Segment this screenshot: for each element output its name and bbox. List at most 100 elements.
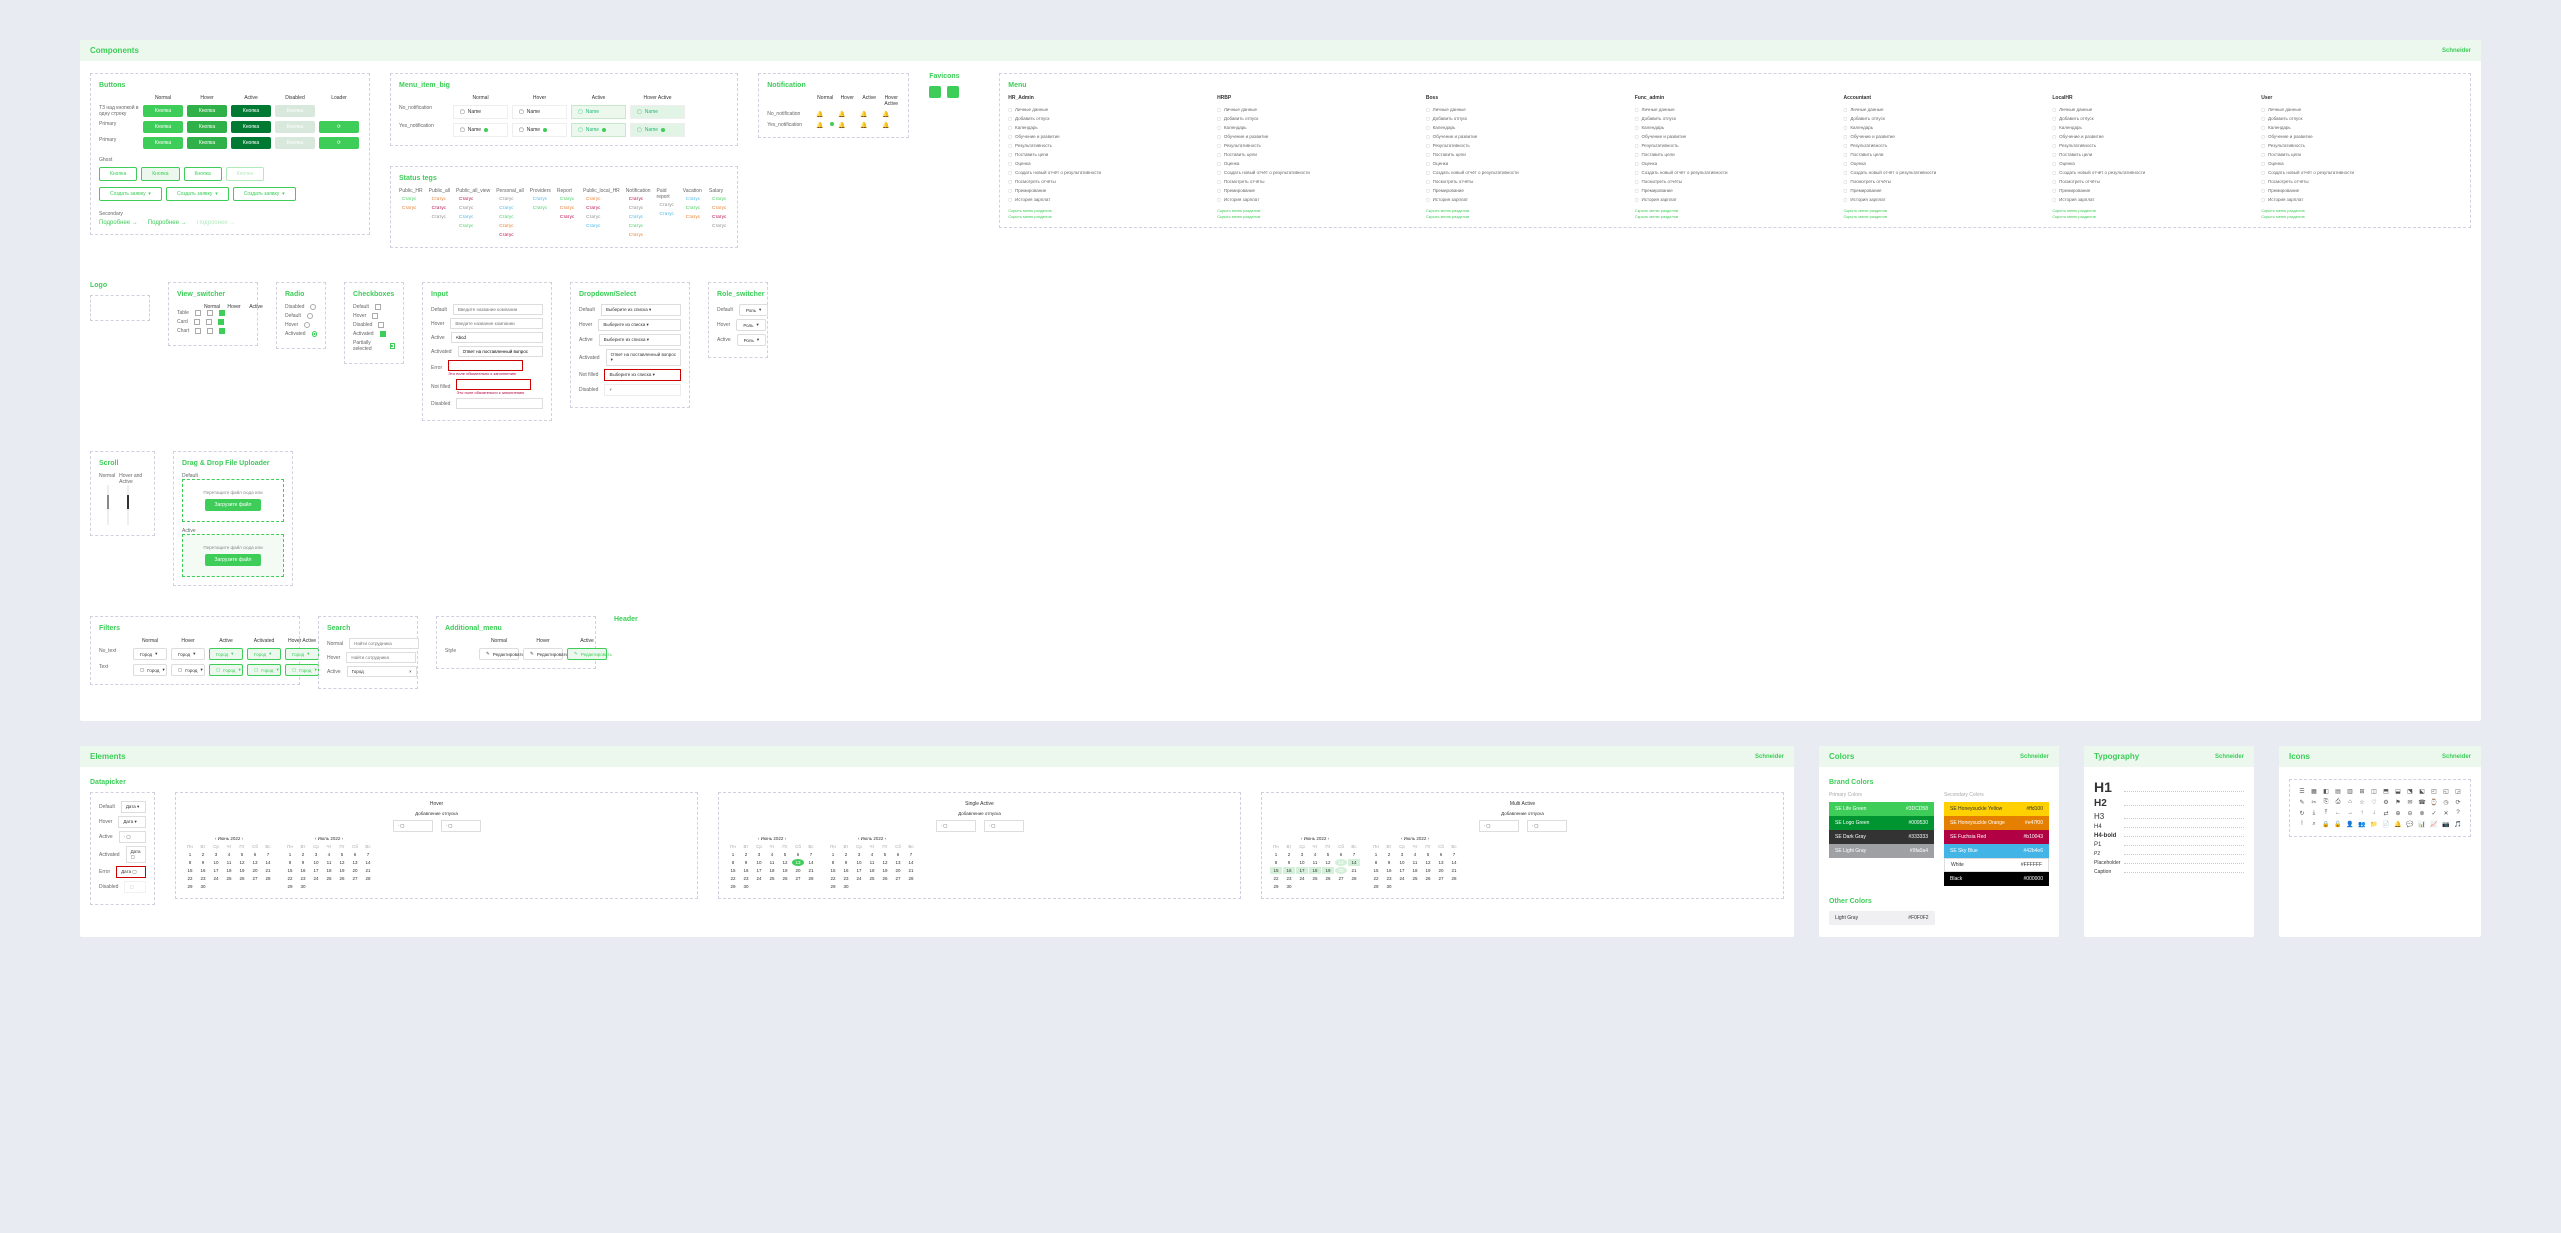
dropdown[interactable]: Выберите из списка ▾ [604, 369, 681, 381]
calendar-day[interactable]: 13 [349, 859, 361, 866]
dropdown[interactable]: Ответ на поставленный вопрос ▾ [606, 349, 681, 366]
menu-list-item[interactable]: Посмотреть отчёты [1426, 177, 1627, 186]
bell-icon[interactable]: 🔔 [838, 111, 856, 118]
filter-pill[interactable]: ▢ Город ▾ [171, 664, 205, 676]
bell-icon[interactable]: 🔔 [882, 111, 900, 118]
calendar-day[interactable]: 12 [336, 859, 348, 866]
calendar-day[interactable]: 23 [840, 875, 852, 882]
filter-pill[interactable]: Город ▾ [133, 648, 167, 660]
calendar-day[interactable]: 10 [1296, 859, 1308, 866]
calendar-day[interactable]: 27 [892, 875, 904, 882]
calendar-day[interactable]: 4 [1309, 851, 1321, 858]
calendar-day[interactable]: 18 [1409, 867, 1421, 874]
calendar-day[interactable]: 11 [1409, 859, 1421, 866]
calendar-day[interactable]: 30 [1283, 883, 1295, 890]
menu-list-item[interactable]: Добавить отпуск [2052, 114, 2253, 123]
calendar-day[interactable]: 20 [249, 867, 261, 874]
calendar-day[interactable]: 6 [249, 851, 261, 858]
menu-list-item[interactable]: Добавить отпуск [1635, 114, 1836, 123]
calendar-day[interactable]: 9 [1383, 859, 1395, 866]
menu-list-item[interactable]: Оценка [2261, 159, 2462, 168]
calendar-day[interactable]: 4 [223, 851, 235, 858]
text-input[interactable] [453, 304, 543, 315]
menu-list-item[interactable]: Обучение и развитие [2052, 132, 2253, 141]
menu-list-item[interactable]: Посмотреть отчёты [1008, 177, 1209, 186]
calendar-day[interactable]: 19 [236, 867, 248, 874]
calendar-day[interactable]: 1 [284, 851, 296, 858]
btn-primary[interactable]: Кнопка [231, 105, 271, 117]
menu-list-item[interactable]: Создать новый отчёт о результативности [1635, 168, 1836, 177]
checkbox[interactable] [375, 304, 381, 310]
calendar-day[interactable]: 4 [866, 851, 878, 858]
calendar-day[interactable]: 18 [1309, 867, 1321, 874]
menu-list-item[interactable]: Посмотреть отчёты [2261, 177, 2462, 186]
btn-ghost[interactable]: Кнопка [141, 167, 179, 181]
menu-item[interactable]: ▢ Name [453, 123, 508, 137]
calendar-day[interactable]: 10 [210, 859, 222, 866]
menu-list-item[interactable]: Личные данные [2261, 105, 2462, 114]
calendar-day[interactable]: 3 [1296, 851, 1308, 858]
calendar-day[interactable]: 1 [827, 851, 839, 858]
menu-list-item[interactable]: Поставить цели [1844, 150, 2045, 159]
upload-button[interactable]: Загрузите файл [205, 554, 262, 566]
menu-list-item[interactable]: Обучение и развитие [1217, 132, 1418, 141]
menu-list-item[interactable]: Результативность [1844, 141, 2045, 150]
menu-list-item[interactable]: Премирование [1008, 186, 1209, 195]
calendar-day[interactable]: 8 [827, 859, 839, 866]
calendar-day[interactable]: 28 [262, 875, 274, 882]
menu-list-item[interactable]: Календарь [1008, 123, 1209, 132]
menu-list-item[interactable]: Обучение и развитие [1008, 132, 1209, 141]
calendar-day[interactable]: 13 [892, 859, 904, 866]
calendar-day[interactable]: 14 [362, 859, 374, 866]
menu-list-item[interactable]: Личные данные [1426, 105, 1627, 114]
filter-pill[interactable]: ▢ Город ▾ [285, 664, 319, 676]
calendar-day[interactable]: 14 [805, 859, 817, 866]
calendar-day[interactable]: 25 [223, 875, 235, 882]
bell-icon[interactable]: 🔔 [860, 122, 878, 129]
checkbox[interactable] [372, 313, 378, 319]
calendar-day[interactable]: 15 [1270, 867, 1282, 874]
filter-pill[interactable]: Город ▾ [209, 648, 243, 660]
menu-list-item[interactable]: Добавить отпуск [1844, 114, 2045, 123]
calendar-day[interactable]: 6 [892, 851, 904, 858]
calendar-day[interactable]: 8 [1370, 859, 1382, 866]
menu-list-item[interactable]: История зарплат [1635, 195, 1836, 204]
calendar-day[interactable]: 15 [284, 867, 296, 874]
filter-pill[interactable]: Город ▾ [247, 648, 281, 660]
menu-list-item[interactable]: Премирование [2261, 186, 2462, 195]
calendar-day[interactable]: 5 [879, 851, 891, 858]
calendar-day[interactable]: 6 [792, 851, 804, 858]
calendar-day[interactable]: 20 [1335, 867, 1347, 874]
calendar-day[interactable]: 23 [297, 875, 309, 882]
calendar-day[interactable]: 1 [727, 851, 739, 858]
menu-list-item[interactable]: Результативность [2052, 141, 2253, 150]
menu-list-item[interactable]: Поставить цели [1008, 150, 1209, 159]
calendar-day[interactable]: 2 [840, 851, 852, 858]
menu-list-item[interactable]: Создать новый отчёт о результативности [1844, 168, 2045, 177]
calendar-day[interactable]: 10 [753, 859, 765, 866]
calendar-day[interactable]: 18 [223, 867, 235, 874]
calendar-day[interactable]: 2 [197, 851, 209, 858]
calendar-day[interactable]: 17 [753, 867, 765, 874]
calendar-day[interactable]: 2 [740, 851, 752, 858]
calendar-day[interactable]: 1 [1370, 851, 1382, 858]
btn-ghost-wide[interactable]: Создать заявку ▾ [233, 187, 296, 201]
btn-ghost-wide[interactable]: Создать заявку ▾ [99, 187, 162, 201]
calendar-day[interactable]: 2 [297, 851, 309, 858]
calendar-day[interactable]: 5 [1322, 851, 1334, 858]
calendar-day[interactable]: 8 [1270, 859, 1282, 866]
calendar-day[interactable]: 7 [805, 851, 817, 858]
calendar-day[interactable]: 5 [779, 851, 791, 858]
btn-secondary[interactable]: Подробнее → [148, 220, 187, 226]
calendar-day[interactable]: 15 [1370, 867, 1382, 874]
date-field[interactable]: Дата ▢ [116, 866, 146, 878]
btn-ghost[interactable]: Кнопка [99, 167, 137, 181]
calendar-day[interactable]: 6 [1335, 851, 1347, 858]
menu-list-item[interactable]: Поставить цели [2261, 150, 2462, 159]
bell-icon[interactable]: 🔔 [860, 111, 878, 118]
scrollbar[interactable] [127, 485, 129, 525]
calendar-day[interactable]: 20 [892, 867, 904, 874]
menu-list-item[interactable]: Добавить отпуск [2261, 114, 2462, 123]
menu-list-item[interactable]: Посмотреть отчёты [1217, 177, 1418, 186]
view-btn[interactable] [219, 328, 225, 334]
